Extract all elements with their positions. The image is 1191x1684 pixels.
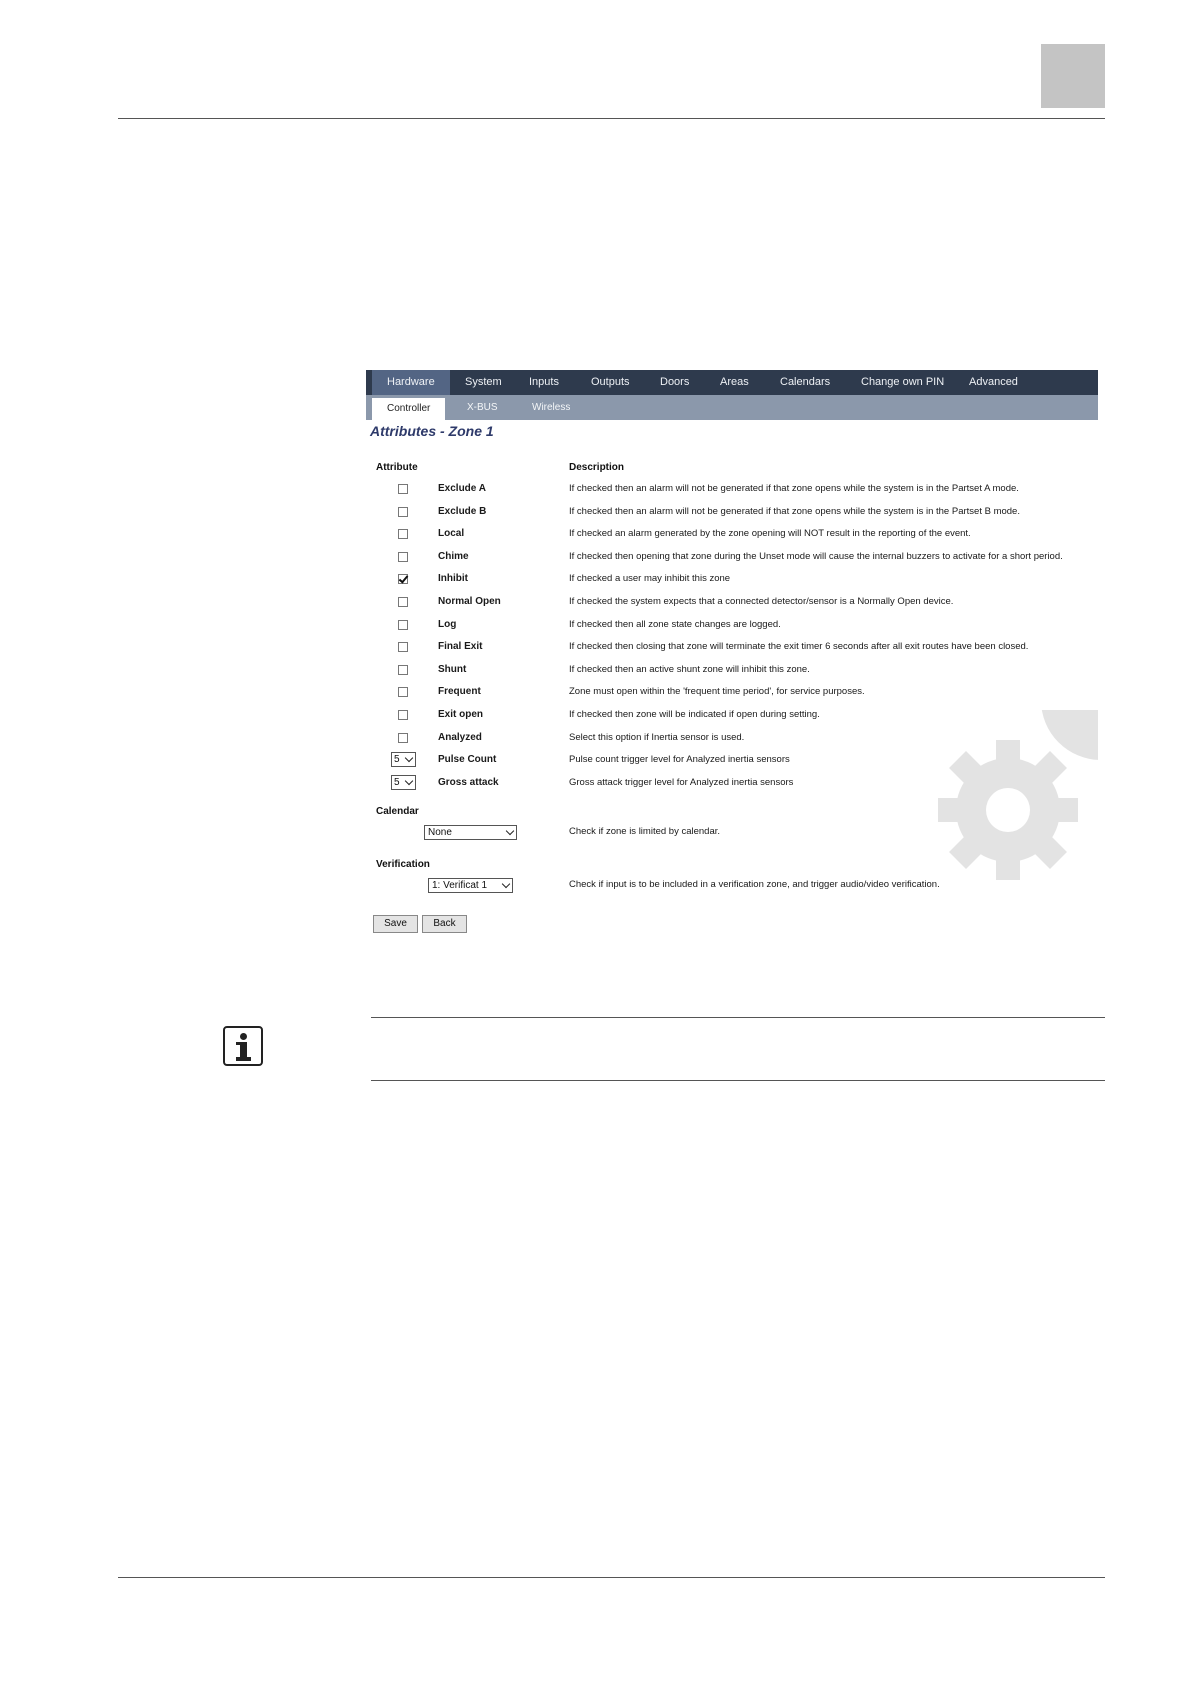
attribute-description: If checked then closing that zone will t…	[569, 641, 1029, 653]
attribute-description: Pulse count trigger level for Analyzed i…	[569, 754, 790, 766]
attribute-checkbox[interactable]	[398, 597, 408, 607]
attribute-row: Frequent Zone must open within the 'frequ…	[366, 682, 1098, 704]
sub-nav: Controller X-BUS Wireless	[366, 395, 1098, 420]
verification-select-value: 1: Verificat 1	[432, 880, 488, 891]
chevron-down-icon	[404, 776, 414, 786]
attribute-description: Select this option if Inertia sensor is …	[569, 731, 745, 743]
attribute-description: If checked then opening that zone during…	[569, 550, 1063, 562]
tab-calendars[interactable]: Calendars	[780, 370, 830, 395]
level-attribute-row: 5 Gross attack Gross attack trigger level …	[366, 773, 1098, 795]
level-select[interactable]: 5	[391, 752, 416, 768]
verification-description: Check if input is to be included in a ve…	[569, 879, 940, 890]
verification-label: Verification	[376, 859, 430, 870]
note-bottom-rule	[371, 1080, 1105, 1081]
back-button[interactable]: Back	[422, 915, 467, 933]
description-column-header: Description	[569, 462, 625, 473]
level-attribute-row: 5 Pulse Count Pulse count trigger level fo…	[366, 750, 1098, 772]
tab-hardware[interactable]: Hardware	[372, 370, 450, 395]
attribute-checkbox[interactable]	[398, 551, 408, 562]
calendar-select[interactable]: None	[424, 825, 517, 840]
attribute-row: Log If checked then all zone state change…	[366, 615, 1098, 637]
attribute-description: If checked then all zone state changes a…	[569, 618, 781, 630]
subtab-xbus[interactable]: X-BUS	[467, 395, 498, 420]
attribute-row: Exclude B If checked then an alarm will n…	[366, 502, 1098, 524]
attribute-column-header: Attribute	[376, 462, 418, 473]
note-top-rule	[371, 1017, 1105, 1018]
attribute-name: Frequent	[438, 686, 481, 698]
attribute-row: Local If checked an alarm generated by th…	[366, 524, 1098, 546]
calendar-select-value: None	[428, 827, 452, 838]
attribute-checkbox[interactable]	[398, 574, 408, 585]
attribute-name: Normal Open	[438, 596, 501, 607]
attribute-checkbox[interactable]	[398, 484, 408, 494]
chapter-tab	[1041, 44, 1105, 108]
save-button[interactable]: Save	[373, 915, 418, 933]
attribute-name: Pulse Count	[438, 754, 497, 766]
tab-advanced[interactable]: Advanced	[969, 370, 1018, 395]
tab-doors[interactable]: Doors	[660, 370, 689, 395]
attribute-name: Final Exit	[438, 641, 483, 653]
tab-system[interactable]: System	[465, 370, 502, 395]
tab-change-own-pin[interactable]: Change own PIN	[861, 370, 944, 395]
attribute-description: If checked then an alarm will not be gen…	[569, 505, 1020, 517]
attribute-checkbox[interactable]	[398, 506, 408, 517]
attribute-name: Log	[438, 618, 457, 630]
attribute-name: Gross attack	[438, 776, 499, 788]
verification-select[interactable]: 1: Verificat 1	[428, 878, 513, 893]
attribute-name: Exclude B	[438, 505, 487, 517]
attribute-name: Inhibit	[438, 573, 468, 585]
attribute-name: Exit open	[438, 709, 484, 720]
chevron-down-icon	[404, 753, 414, 763]
header-rule	[118, 118, 1105, 119]
attribute-row: Shunt If checked then an active shunt zon…	[366, 660, 1098, 682]
attribute-checkbox[interactable]	[398, 687, 408, 698]
attribute-description: If checked a user may inhibit this zone	[569, 573, 731, 585]
main-nav: Hardware System Inputs Outputs Doors Are…	[366, 370, 1098, 395]
attribute-name: Exclude A	[438, 483, 486, 494]
attribute-checkbox[interactable]	[398, 710, 408, 720]
attribute-row: Chime If checked then opening that zone d…	[366, 547, 1098, 569]
attribute-checkbox[interactable]	[398, 732, 408, 743]
attribute-row: Analyzed Select this option if Inertia se…	[366, 728, 1098, 750]
attribute-name: Shunt	[438, 663, 467, 675]
attribute-description: If checked then zone will be indicated i…	[569, 709, 820, 720]
attribute-description: Zone must open within the 'frequent time…	[569, 686, 865, 698]
tab-areas[interactable]: Areas	[720, 370, 749, 395]
attribute-name: Chime	[438, 550, 469, 562]
attribute-description: If checked then an active shunt zone wil…	[569, 663, 810, 675]
chevron-down-icon	[505, 826, 515, 836]
subtab-wireless[interactable]: Wireless	[532, 395, 570, 420]
zone-attributes-screenshot: Hardware System Inputs Outputs Doors Are…	[366, 370, 1098, 937]
attribute-row: Exclude A If checked then an alarm will n…	[366, 479, 1098, 501]
attribute-row: Exit open If checked then zone will be in…	[366, 705, 1098, 727]
page-title: Attributes - Zone 1	[370, 423, 494, 439]
calendar-label: Calendar	[376, 806, 419, 817]
attribute-row: Inhibit If checked a user may inhibit thi…	[366, 569, 1098, 591]
level-select-value: 5	[394, 754, 400, 766]
level-select-value: 5	[394, 776, 400, 788]
tab-inputs[interactable]: Inputs	[529, 370, 559, 395]
attribute-description: Gross attack trigger level for Analyzed …	[569, 776, 794, 788]
attribute-description: If checked then an alarm will not be gen…	[569, 483, 1019, 494]
subtab-controller[interactable]: Controller	[372, 398, 446, 420]
attribute-name: Analyzed	[438, 731, 482, 743]
attribute-checkbox[interactable]	[398, 664, 408, 675]
level-select[interactable]: 5	[391, 774, 416, 790]
attribute-row: Normal Open If checked the system expects…	[366, 592, 1098, 614]
tab-outputs[interactable]: Outputs	[591, 370, 630, 395]
info-icon	[223, 1026, 263, 1066]
chevron-down-icon	[501, 879, 511, 889]
attribute-description: If checked an alarm generated by the zon…	[569, 528, 971, 540]
calendar-description: Check if zone is limited by calendar.	[569, 826, 721, 837]
attribute-name: Local	[438, 528, 465, 540]
attribute-checkbox[interactable]	[398, 529, 408, 540]
footer-rule	[118, 1577, 1105, 1578]
attribute-description: If checked the system expects that a con…	[569, 596, 954, 607]
attribute-checkbox[interactable]	[398, 642, 408, 653]
attribute-checkbox[interactable]	[398, 619, 408, 630]
attribute-row: Final Exit If checked then closing that z…	[366, 637, 1098, 659]
